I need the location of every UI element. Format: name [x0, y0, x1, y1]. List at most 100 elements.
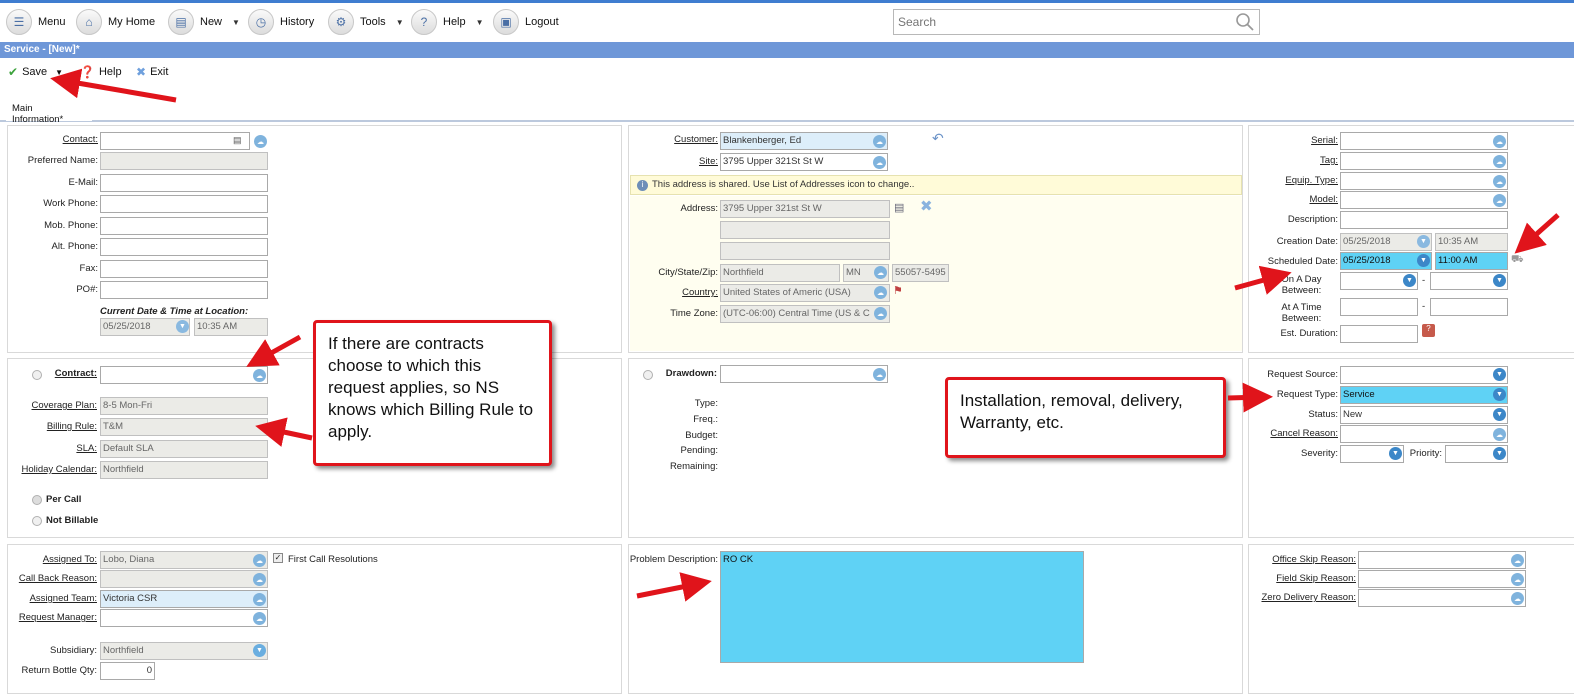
zero-delivery-reason-field[interactable]: [1358, 589, 1526, 607]
problem-description-field[interactable]: RO CK: [720, 551, 1084, 663]
first-call-checkbox[interactable]: ✓: [273, 553, 283, 563]
office-skip-reason-label[interactable]: Office Skip Reason:: [1255, 554, 1356, 565]
request-manager-field[interactable]: [100, 609, 268, 627]
country-label[interactable]: Country:: [640, 287, 718, 298]
chevron-down-icon[interactable]: ▼: [1493, 388, 1506, 401]
office-skip-reason-field[interactable]: [1358, 551, 1526, 569]
drawdown-field[interactable]: [720, 365, 888, 383]
return-bottle-qty-field[interactable]: 0: [100, 662, 155, 680]
new-button[interactable]: ▤ New ▼: [168, 8, 240, 36]
assigned-team-field[interactable]: Victoria CSR: [100, 590, 268, 608]
cancel-reason-field[interactable]: [1340, 425, 1508, 443]
zero-delivery-reason-label[interactable]: Zero Delivery Reason:: [1252, 592, 1356, 603]
exit-button[interactable]: ✖ Exit: [136, 65, 168, 79]
at-a-time-start-field[interactable]: [1340, 298, 1418, 316]
lookup-icon[interactable]: ☁: [253, 554, 266, 567]
assigned-to-label[interactable]: Assigned To:: [15, 554, 97, 565]
lookup-icon[interactable]: ☁: [873, 368, 886, 381]
request-type-field[interactable]: Service: [1340, 386, 1508, 404]
call-back-reason-label[interactable]: Call Back Reason:: [15, 573, 97, 584]
lookup-icon[interactable]: ☁: [874, 266, 887, 279]
model-label[interactable]: Model:: [1255, 194, 1338, 205]
help-button[interactable]: ❓ Help: [80, 65, 122, 79]
alt-phone-field[interactable]: [100, 238, 268, 256]
cancel-reason-label[interactable]: Cancel Reason:: [1255, 428, 1338, 439]
customer-label[interactable]: Customer:: [640, 134, 718, 145]
clear-address-icon[interactable]: ✖: [920, 197, 933, 215]
chevron-down-icon[interactable]: ▼: [1417, 254, 1430, 267]
chevron-down-icon[interactable]: ▼: [253, 644, 266, 657]
est-duration-field[interactable]: [1340, 325, 1418, 343]
coverage-plan-label[interactable]: Coverage Plan:: [15, 400, 97, 411]
field-skip-reason-label[interactable]: Field Skip Reason:: [1255, 573, 1356, 584]
lookup-icon[interactable]: ☁: [1493, 194, 1506, 207]
chevron-down-icon[interactable]: ▼: [1493, 368, 1506, 381]
description-field[interactable]: [1340, 211, 1508, 229]
field-skip-reason-field[interactable]: [1358, 570, 1526, 588]
tab-main-information[interactable]: Main Information*: [6, 97, 92, 125]
save-button[interactable]: ✔ Save ▼: [8, 65, 63, 79]
history-button[interactable]: ◷ History: [248, 8, 314, 36]
assigned-team-label[interactable]: Assigned Team:: [15, 593, 97, 604]
model-field[interactable]: [1340, 191, 1508, 209]
lookup-icon[interactable]: ☁: [253, 612, 266, 625]
lookup-icon[interactable]: ☁: [1493, 135, 1506, 148]
lookup-icon[interactable]: ☁: [1511, 554, 1524, 567]
per-call-radio[interactable]: [32, 495, 42, 505]
help-icon[interactable]: ?: [1422, 324, 1435, 337]
work-phone-field[interactable]: [100, 195, 268, 213]
my-home-button[interactable]: ⌂ My Home: [76, 8, 155, 36]
request-manager-label[interactable]: Request Manager:: [15, 612, 97, 623]
contact-field[interactable]: [100, 132, 250, 150]
lookup-icon[interactable]: ☁: [874, 307, 887, 320]
chevron-down-icon[interactable]: ▼: [1493, 447, 1506, 460]
not-billable-radio[interactable]: [32, 516, 42, 526]
lookup-icon[interactable]: ☁: [873, 135, 886, 148]
search-input[interactable]: [893, 9, 1260, 35]
help-menu-button[interactable]: ? Help ▼: [411, 8, 484, 36]
lookup-icon[interactable]: ☁: [1511, 573, 1524, 586]
request-source-field[interactable]: [1340, 366, 1508, 384]
customer-field[interactable]: Blankenberger, Ed: [720, 132, 888, 150]
address-book-icon[interactable]: ▤: [233, 135, 242, 146]
lookup-icon[interactable]: ☁: [1511, 592, 1524, 605]
tag-field[interactable]: [1340, 152, 1508, 170]
equip-type-label[interactable]: Equip. Type:: [1255, 175, 1338, 186]
site-field[interactable]: 3795 Upper 321St St W: [720, 153, 888, 171]
chevron-down-icon[interactable]: ▼: [1493, 408, 1506, 421]
at-a-time-end-field[interactable]: [1430, 298, 1508, 316]
chevron-down-icon[interactable]: ▼: [1493, 274, 1506, 287]
chevron-down-icon[interactable]: ▼: [1403, 274, 1416, 287]
contract-label[interactable]: Contract:: [40, 368, 97, 379]
address-list-icon[interactable]: ▤: [894, 201, 904, 214]
lookup-icon[interactable]: ☁: [254, 135, 267, 148]
billing-rule-label[interactable]: Billing Rule:: [15, 421, 97, 432]
preferred-name-field[interactable]: [100, 152, 268, 170]
status-field[interactable]: New: [1340, 406, 1508, 424]
logout-button[interactable]: ▣ Logout: [493, 8, 559, 36]
email-field[interactable]: [100, 174, 268, 192]
tag-label[interactable]: Tag:: [1255, 155, 1338, 166]
contract-field[interactable]: [100, 366, 268, 384]
equip-type-field[interactable]: [1340, 172, 1508, 190]
lookup-icon[interactable]: ☁: [1493, 175, 1506, 188]
lookup-icon[interactable]: ☁: [253, 573, 266, 586]
contact-label[interactable]: Contact:: [20, 134, 98, 145]
search-icon[interactable]: [1235, 12, 1255, 32]
subsidiary-field[interactable]: Northfield: [100, 642, 268, 660]
scheduled-time-field[interactable]: 11:00 AM: [1435, 252, 1508, 270]
fax-field[interactable]: [100, 260, 268, 278]
lookup-icon[interactable]: ☁: [253, 369, 266, 382]
site-label[interactable]: Site:: [640, 156, 718, 167]
holiday-calendar-label[interactable]: Holiday Calendar:: [15, 464, 97, 475]
mob-phone-field[interactable]: [100, 217, 268, 235]
tools-button[interactable]: ⚙ Tools ▼: [328, 8, 404, 36]
lookup-icon[interactable]: ☁: [873, 156, 886, 169]
menu-button[interactable]: ☰ Menu: [6, 8, 66, 36]
lookup-icon[interactable]: ☁: [253, 593, 266, 606]
lookup-icon[interactable]: ☁: [1493, 428, 1506, 441]
lookup-icon[interactable]: ☁: [1493, 155, 1506, 168]
undo-icon[interactable]: ↶: [932, 130, 944, 147]
serial-label[interactable]: Serial:: [1255, 135, 1338, 146]
sla-label[interactable]: SLA:: [15, 443, 97, 454]
